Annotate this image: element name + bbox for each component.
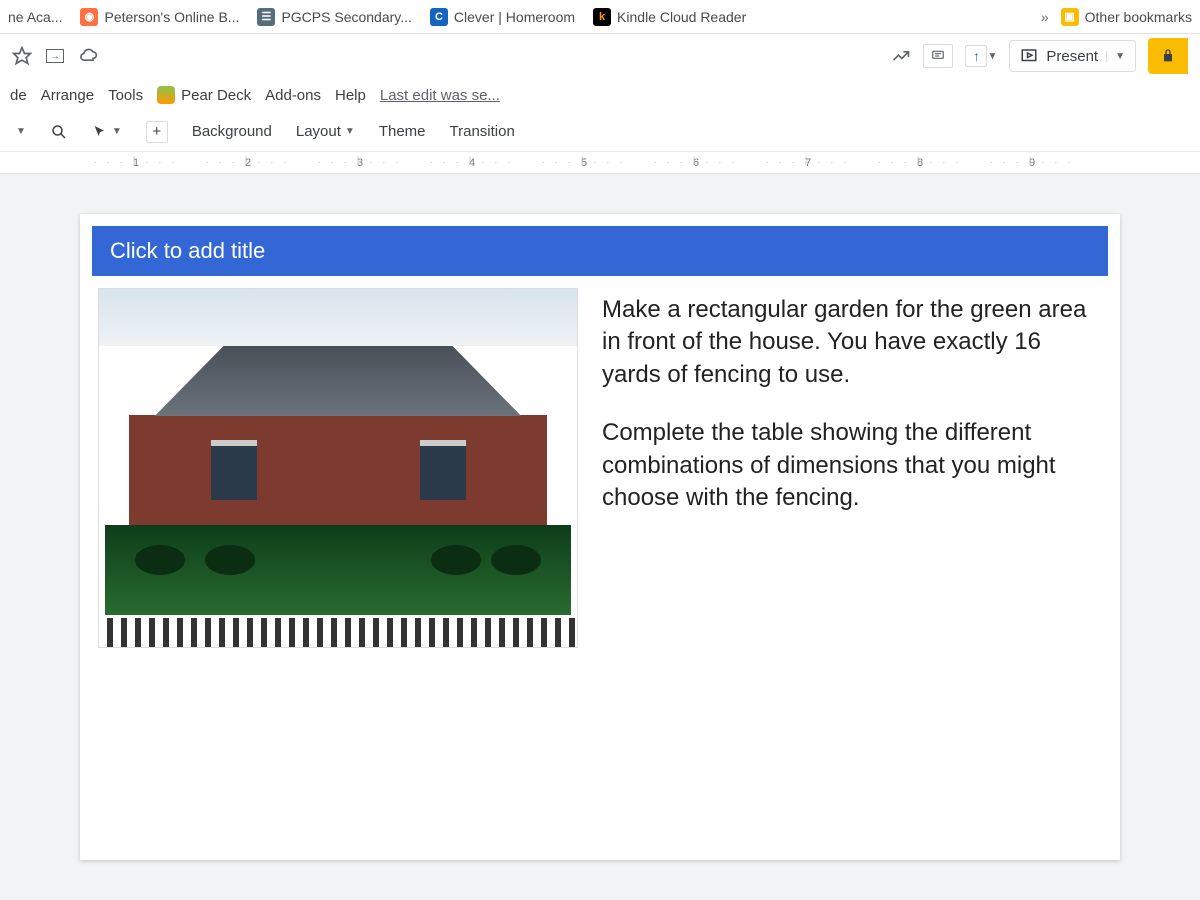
bookmark-item-0[interactable]: ne Aca...: [8, 9, 62, 25]
activity-icon[interactable]: [891, 46, 911, 66]
folder-icon: ▣: [1061, 8, 1079, 26]
ruler-tick: 4: [416, 157, 528, 169]
image-shrub: [431, 545, 481, 575]
star-icon[interactable]: [12, 46, 32, 66]
present-button[interactable]: Present ▼: [1009, 40, 1136, 72]
menu-item-pear-deck[interactable]: Pear Deck: [157, 86, 251, 104]
favicon-icon: ☰: [257, 8, 275, 26]
ruler-tick: 8: [864, 157, 976, 169]
image-sky: [99, 289, 577, 346]
bookmarks-overflow-button[interactable]: »: [1041, 9, 1049, 25]
ruler-tick: 9: [976, 157, 1088, 169]
slide-title-placeholder[interactable]: Click to add title: [92, 226, 1108, 276]
move-icon[interactable]: →: [46, 49, 64, 63]
other-bookmarks-button[interactable]: ▣ Other bookmarks: [1061, 8, 1192, 26]
ruler-tick: 2: [192, 157, 304, 169]
image-shrub: [205, 545, 255, 575]
pear-deck-icon: [157, 86, 175, 104]
image-roof: [109, 346, 567, 416]
menu-item-help[interactable]: Help: [335, 87, 366, 104]
zoom-tool[interactable]: [44, 119, 74, 145]
image-fence: [99, 615, 577, 647]
bookmark-label: Peterson's Online B...: [104, 9, 239, 25]
layout-label: Layout: [296, 123, 341, 140]
image-lawn: [105, 525, 571, 615]
ruler-tick: 5: [528, 157, 640, 169]
menu-item-arrange[interactable]: Arrange: [41, 87, 94, 104]
present-label: Present: [1046, 48, 1098, 65]
slide-body: Make a rectangular garden for the green …: [80, 288, 1120, 860]
bookmarks-bar: ne Aca... ◉ Peterson's Online B... ☰ PGC…: [0, 0, 1200, 34]
comments-icon[interactable]: [923, 44, 953, 68]
menu-item-tools[interactable]: Tools: [108, 87, 143, 104]
add-box-tool[interactable]: +: [140, 117, 174, 147]
ruler-tick: 3: [304, 157, 416, 169]
ruler-tick: 1: [80, 157, 192, 169]
bookmark-label: PGCPS Secondary...: [281, 9, 411, 25]
bookmark-item-1[interactable]: ◉ Peterson's Online B...: [80, 8, 239, 26]
menu-item-slide[interactable]: de: [10, 87, 27, 104]
slide-paragraph-2: Complete the table showing the different…: [602, 417, 1102, 514]
other-bookmarks-label: Other bookmarks: [1085, 9, 1192, 25]
ruler-tick: 6: [640, 157, 752, 169]
favicon-icon: ◉: [80, 8, 98, 26]
more-dropdown[interactable]: ▼: [10, 122, 32, 141]
image-shrub: [491, 545, 541, 575]
bookmark-item-4[interactable]: k Kindle Cloud Reader: [593, 8, 746, 26]
background-button[interactable]: Background: [186, 119, 278, 144]
image-shrub: [135, 545, 185, 575]
theme-button[interactable]: Theme: [373, 119, 432, 144]
slide-canvas-area[interactable]: Click to add title Make a rectangular: [0, 174, 1200, 900]
image-window: [420, 440, 466, 500]
select-tool[interactable]: ▼: [86, 120, 128, 144]
bookmark-label: ne Aca...: [8, 9, 62, 25]
document-actions-bar: → ↑▼ Present ▼: [0, 34, 1200, 78]
favicon-icon: k: [593, 8, 611, 26]
bookmark-label: Kindle Cloud Reader: [617, 9, 746, 25]
present-dropdown-icon[interactable]: ▼: [1106, 51, 1125, 62]
pear-deck-label: Pear Deck: [181, 87, 251, 104]
slide-paragraph-1: Make a rectangular garden for the green …: [602, 294, 1102, 391]
favicon-icon: C: [430, 8, 448, 26]
menu-bar: de Arrange Tools Pear Deck Add-ons Help …: [0, 78, 1200, 112]
bookmark-item-3[interactable]: C Clever | Homeroom: [430, 8, 575, 26]
image-wall: [129, 415, 547, 525]
last-edit-link[interactable]: Last edit was se...: [380, 87, 500, 104]
cloud-icon[interactable]: [78, 46, 98, 66]
layout-dropdown[interactable]: Layout ▼: [290, 119, 361, 144]
house-image[interactable]: [98, 288, 578, 648]
share-button[interactable]: [1148, 38, 1188, 74]
ruler-tick: 7: [752, 157, 864, 169]
bookmark-item-2[interactable]: ☰ PGCPS Secondary...: [257, 8, 411, 26]
bookmark-label: Clever | Homeroom: [454, 9, 575, 25]
slide-text-box[interactable]: Make a rectangular garden for the green …: [602, 288, 1102, 842]
upload-dropdown[interactable]: ↑▼: [965, 45, 997, 67]
image-window: [211, 440, 257, 500]
slide[interactable]: Click to add title Make a rectangular: [80, 214, 1120, 860]
horizontal-ruler: 1 2 3 4 5 6 7 8 9: [0, 152, 1200, 174]
slide-toolbar: ▼ ▼ + Background Layout ▼ Theme Transiti…: [0, 112, 1200, 152]
menu-item-addons[interactable]: Add-ons: [265, 87, 321, 104]
transition-button[interactable]: Transition: [444, 119, 521, 144]
